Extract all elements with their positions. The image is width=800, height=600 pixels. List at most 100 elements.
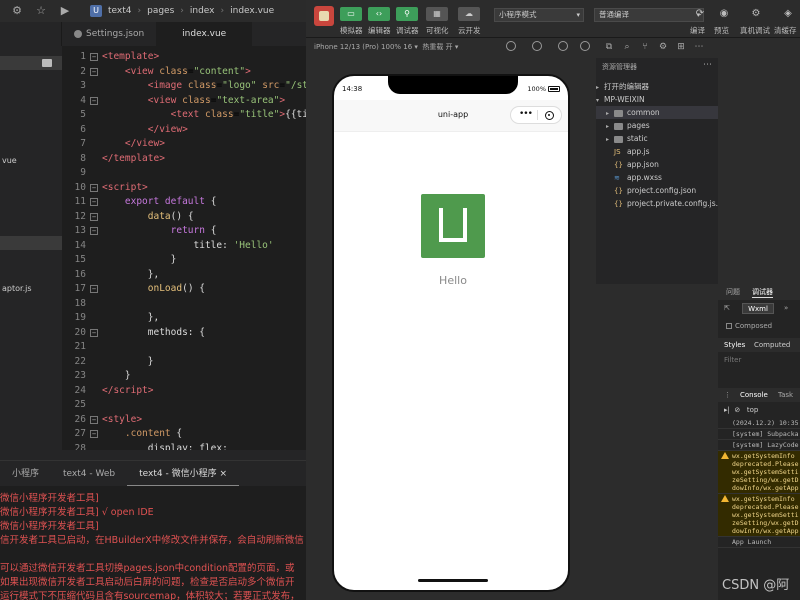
expand-icon[interactable] bbox=[580, 41, 590, 51]
code-line[interactable]: <style> bbox=[102, 413, 142, 428]
tab-computed[interactable]: Computed bbox=[754, 341, 790, 349]
avatar[interactable] bbox=[314, 6, 334, 26]
search-icon[interactable]: ⌕ bbox=[622, 42, 632, 52]
code-line[interactable]: }, bbox=[102, 311, 159, 326]
code-line[interactable]: <script> bbox=[102, 181, 148, 196]
composed-checkbox[interactable]: Composed bbox=[726, 322, 772, 330]
tab-task[interactable]: Task bbox=[778, 391, 793, 399]
explorer-item[interactable]: ▸ common bbox=[596, 106, 718, 119]
fold-toggle-icon[interactable]: − bbox=[90, 183, 98, 192]
menu-icon[interactable]: ⋮ bbox=[724, 391, 731, 399]
code-line[interactable]: <template> bbox=[102, 50, 159, 65]
chevron-right-icon[interactable]: » bbox=[784, 304, 788, 312]
code-line[interactable]: } bbox=[102, 253, 177, 268]
breadcrumb-item[interactable]: pages bbox=[147, 6, 174, 16]
device-select[interactable]: iPhone 12/13 (Pro) 100% 16 ▾ 热重载 开 ▾ bbox=[314, 42, 458, 52]
fold-toggle-icon[interactable]: − bbox=[90, 430, 98, 438]
code-editor[interactable]: 1 2 3 4 5 6 7 8 9 10 11 12 13 14 15 16 17 18 19 20 21 22 23 24 2… bbox=[62, 46, 306, 450]
code-line[interactable]: .content { bbox=[102, 427, 182, 442]
remote-debug-icon[interactable]: ⚙ bbox=[750, 8, 762, 20]
git-icon[interactable]: ⑂ bbox=[640, 42, 650, 52]
code-line[interactable]: </template> bbox=[102, 152, 165, 167]
breadcrumb-item[interactable]: text4 bbox=[108, 6, 132, 16]
capsule-button[interactable]: ••• bbox=[510, 106, 562, 124]
code-line[interactable]: onLoad() { bbox=[102, 282, 205, 297]
fold-toggle-icon[interactable]: − bbox=[90, 285, 98, 293]
tree-item[interactable]: vue bbox=[0, 154, 62, 168]
extensions-icon[interactable]: ⊞ bbox=[676, 42, 686, 52]
code-line[interactable]: <view class="text-area"> bbox=[102, 94, 285, 109]
code-line[interactable]: </view> bbox=[102, 123, 188, 138]
tab-styles[interactable]: Styles bbox=[724, 341, 745, 349]
visual-button[interactable]: ▦ bbox=[426, 7, 448, 21]
code-line[interactable]: } bbox=[102, 369, 131, 384]
console-tab[interactable]: text4 - Web bbox=[51, 461, 127, 487]
fold-toggle-icon[interactable]: − bbox=[90, 227, 98, 235]
code-line[interactable]: methods: { bbox=[102, 326, 205, 341]
stop-icon[interactable] bbox=[532, 41, 542, 51]
explorer-item[interactable]: {} app.json bbox=[596, 158, 718, 171]
fold-toggle-icon[interactable]: − bbox=[90, 328, 98, 337]
more-icon[interactable]: ⋯ bbox=[694, 42, 704, 52]
fold-toggle-icon[interactable]: − bbox=[90, 53, 98, 61]
styles-filter[interactable]: Filter bbox=[724, 356, 741, 364]
explorer-item[interactable]: {} project.config.json bbox=[596, 184, 718, 197]
explorer-item[interactable]: ▸ static bbox=[596, 132, 718, 145]
breadcrumb-item[interactable]: index bbox=[190, 6, 215, 16]
more-icon[interactable]: ⋯ bbox=[703, 60, 712, 70]
code-line[interactable]: data() { bbox=[102, 210, 194, 225]
console-tab[interactable]: 小程序 bbox=[0, 461, 51, 487]
fold-toggle-icon[interactable]: − bbox=[90, 415, 98, 424]
cloud-dev-button[interactable]: ☁ bbox=[458, 7, 480, 21]
tab-index-vue[interactable]: index.vue bbox=[156, 22, 253, 46]
explorer-item[interactable]: {} project.private.config.js... bbox=[596, 197, 718, 210]
explorer-item[interactable]: ▸ pages bbox=[596, 119, 718, 132]
close-icon[interactable]: × bbox=[219, 469, 227, 479]
mode-select[interactable]: 小程序模式 ▾ bbox=[494, 8, 584, 22]
code-line[interactable]: </script> bbox=[102, 384, 153, 399]
tab-issues[interactable]: 问题 bbox=[726, 287, 740, 297]
fold-toggle-icon[interactable]: − bbox=[90, 198, 98, 206]
explorer-item[interactable]: ≋ app.wxss bbox=[596, 171, 718, 184]
fold-toggle-icon[interactable]: − bbox=[90, 212, 98, 221]
record-icon[interactable] bbox=[506, 41, 516, 51]
tab-settings-json[interactable]: Settings.json bbox=[62, 22, 156, 46]
code-line[interactable]: <image class="logo" src="/static, bbox=[102, 79, 306, 94]
tab-debugger[interactable]: 调试器 bbox=[752, 287, 773, 298]
tab-console[interactable]: Console bbox=[740, 391, 768, 399]
simulator-button[interactable]: ▭ bbox=[340, 7, 362, 21]
breadcrumb-item[interactable]: index.vue bbox=[230, 6, 274, 16]
tab-wxml[interactable]: Wxml bbox=[742, 303, 774, 314]
code-lines[interactable]: <template> <view class="content"> <image… bbox=[102, 46, 306, 450]
files-icon[interactable]: ⧉ bbox=[604, 42, 614, 52]
compile-icon[interactable]: ⟳ bbox=[694, 8, 706, 20]
context-select[interactable]: top bbox=[747, 406, 758, 414]
run-icon[interactable]: ▶ bbox=[58, 4, 72, 18]
more-icon[interactable]: ••• bbox=[519, 109, 533, 119]
fold-toggle-icon[interactable]: − bbox=[90, 67, 98, 76]
code-line[interactable]: }, bbox=[102, 268, 159, 283]
fold-toggle-icon[interactable]: − bbox=[90, 96, 98, 105]
inspect-icon[interactable]: ⇱ bbox=[724, 304, 730, 312]
code-line[interactable]: <view class="content"> bbox=[102, 65, 251, 80]
volume-icon[interactable] bbox=[558, 41, 568, 51]
settings-icon[interactable]: ⚙ bbox=[10, 4, 24, 18]
tree-item[interactable]: aptor.js bbox=[0, 282, 62, 296]
compile-select[interactable]: 普通编译 ▾ bbox=[594, 8, 704, 22]
code-line[interactable]: </view> bbox=[102, 137, 165, 152]
clear-icon[interactable]: ⊘ bbox=[734, 406, 740, 414]
code-line[interactable]: } bbox=[102, 355, 154, 370]
tree-item-selected[interactable] bbox=[0, 236, 62, 250]
code-line[interactable]: title: 'Hello' bbox=[102, 239, 274, 254]
code-line[interactable]: <text class="title">{{title}} bbox=[102, 108, 306, 123]
clear-cache-icon[interactable]: ◈ bbox=[782, 8, 794, 20]
tree-item-selected[interactable] bbox=[0, 56, 62, 70]
console-tab-active[interactable]: text4 - 微信小程序 × bbox=[127, 461, 239, 487]
close-mini-program-icon[interactable] bbox=[545, 111, 554, 120]
debugger-button[interactable]: ⚲ bbox=[396, 7, 418, 21]
code-line[interactable]: return { bbox=[102, 224, 217, 239]
editor-button[interactable]: ‹› bbox=[368, 7, 390, 21]
preview-icon[interactable]: ◉ bbox=[718, 8, 730, 20]
star-icon[interactable]: ☆ bbox=[34, 4, 48, 18]
explorer-item[interactable]: JS app.js bbox=[596, 145, 718, 158]
